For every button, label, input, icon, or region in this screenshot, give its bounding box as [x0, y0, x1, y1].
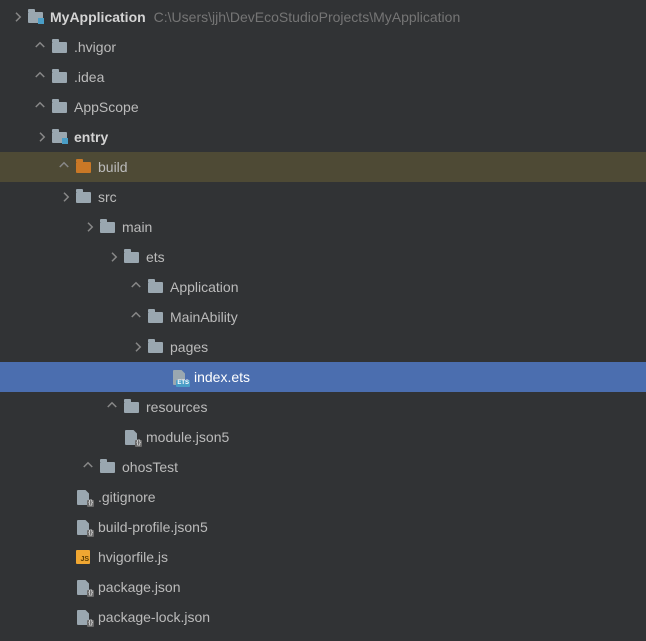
chevron-right-icon[interactable]: [32, 99, 48, 115]
folder-icon: [122, 248, 140, 266]
file-json-icon: {}: [122, 428, 140, 446]
tree-item-label: main: [122, 219, 152, 235]
tree-row-appscope[interactable]: AppScope: [0, 92, 646, 122]
file-json-icon: {}: [74, 488, 92, 506]
arrow-spacer: [152, 369, 168, 385]
tree-item-label: MyApplication: [50, 9, 146, 25]
tree-row-ets[interactable]: ets: [0, 242, 646, 272]
tree-item-label: Application: [170, 279, 239, 295]
tree-item-label: package.json: [98, 579, 181, 595]
file-ets-icon: ETS: [170, 368, 188, 386]
chevron-right-icon[interactable]: [104, 399, 120, 415]
tree-row-packagelock[interactable]: {} package-lock.json: [0, 602, 646, 632]
arrow-spacer: [56, 609, 72, 625]
tree-row-src[interactable]: src: [0, 182, 646, 212]
tree-row-buildprofile[interactable]: {} build-profile.json5: [0, 512, 646, 542]
tree-item-label: module.json5: [146, 429, 229, 445]
tree-row-indexets[interactable]: ETS index.ets: [0, 362, 646, 392]
tree-row-main[interactable]: main: [0, 212, 646, 242]
tree-row-hvigorfile[interactable]: JS hvigorfile.js: [0, 542, 646, 572]
file-js-icon: JS: [74, 548, 92, 566]
chevron-right-icon[interactable]: [128, 279, 144, 295]
arrow-spacer: [104, 429, 120, 445]
chevron-right-icon[interactable]: [80, 459, 96, 475]
folder-icon: [146, 308, 164, 326]
chevron-down-icon[interactable]: [56, 189, 72, 205]
tree-item-label: resources: [146, 399, 207, 415]
tree-item-label: .gitignore: [98, 489, 156, 505]
chevron-down-icon[interactable]: [8, 9, 24, 25]
tree-row-hvigor[interactable]: .hvigor: [0, 32, 646, 62]
chevron-right-icon[interactable]: [128, 309, 144, 325]
folder-icon: [50, 38, 68, 56]
file-json-icon: {}: [74, 518, 92, 536]
tree-item-label: build-profile.json5: [98, 519, 208, 535]
tree-row-pages[interactable]: pages: [0, 332, 646, 362]
folder-module-icon: [50, 128, 68, 146]
folder-icon: [50, 98, 68, 116]
arrow-spacer: [56, 519, 72, 535]
chevron-down-icon[interactable]: [32, 129, 48, 145]
tree-row-gitignore[interactable]: {} .gitignore: [0, 482, 646, 512]
folder-icon: [74, 188, 92, 206]
tree-item-label: index.ets: [194, 369, 250, 385]
chevron-down-icon[interactable]: [80, 219, 96, 235]
folder-orange-icon: [74, 158, 92, 176]
tree-row-application[interactable]: Application: [0, 272, 646, 302]
file-json-icon: {}: [74, 608, 92, 626]
chevron-right-icon[interactable]: [32, 69, 48, 85]
tree-item-label: MainAbility: [170, 309, 238, 325]
tree-item-label: src: [98, 189, 117, 205]
folder-icon: [146, 338, 164, 356]
arrow-spacer: [56, 579, 72, 595]
tree-item-label: package-lock.json: [98, 609, 210, 625]
tree-row-modulejson[interactable]: {} module.json5: [0, 422, 646, 452]
folder-icon: [122, 398, 140, 416]
tree-item-label: AppScope: [74, 99, 139, 115]
folder-icon: [146, 278, 164, 296]
chevron-down-icon[interactable]: [128, 339, 144, 355]
tree-row-build[interactable]: build: [0, 152, 646, 182]
tree-item-label: ets: [146, 249, 165, 265]
tree-item-label: hvigorfile.js: [98, 549, 168, 565]
project-tree: MyApplication C:\Users\jjh\DevEcoStudioPr…: [0, 0, 646, 632]
tree-row-packagejson[interactable]: {} package.json: [0, 572, 646, 602]
tree-item-label: ohosTest: [122, 459, 178, 475]
tree-row-ohostest[interactable]: ohosTest: [0, 452, 646, 482]
tree-row-mainability[interactable]: MainAbility: [0, 302, 646, 332]
tree-row-entry[interactable]: entry: [0, 122, 646, 152]
tree-item-label: .idea: [74, 69, 104, 85]
chevron-right-icon[interactable]: [56, 159, 72, 175]
tree-item-label: pages: [170, 339, 208, 355]
arrow-spacer: [56, 549, 72, 565]
tree-row-idea[interactable]: .idea: [0, 62, 646, 92]
tree-item-label: .hvigor: [74, 39, 116, 55]
tree-row-root[interactable]: MyApplication C:\Users\jjh\DevEcoStudioPr…: [0, 2, 646, 32]
folder-icon: [50, 68, 68, 86]
folder-icon: [98, 458, 116, 476]
tree-row-resources[interactable]: resources: [0, 392, 646, 422]
chevron-down-icon[interactable]: [104, 249, 120, 265]
chevron-right-icon[interactable]: [32, 39, 48, 55]
project-path-hint: C:\Users\jjh\DevEcoStudioProjects\MyAppl…: [154, 9, 461, 25]
arrow-spacer: [56, 489, 72, 505]
tree-item-label: entry: [74, 129, 108, 145]
folder-module-icon: [26, 8, 44, 26]
file-json-icon: {}: [74, 578, 92, 596]
tree-item-label: build: [98, 159, 128, 175]
folder-icon: [98, 218, 116, 236]
